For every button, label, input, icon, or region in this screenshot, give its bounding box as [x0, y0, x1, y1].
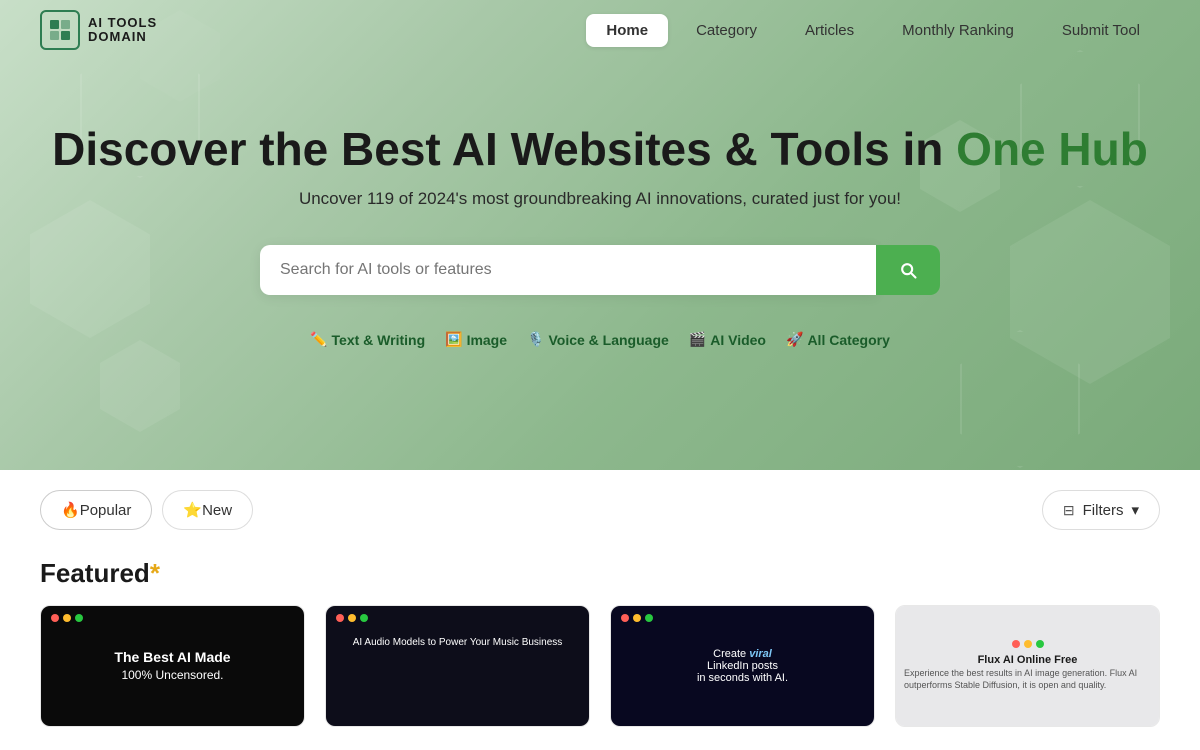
hero-subtitle: Uncover 119 of 2024's most groundbreakin… [299, 189, 901, 209]
hero-title: Discover the Best AI Websites & Tools in… [52, 122, 1148, 177]
hex-deco-4 [100, 340, 180, 432]
hero-subtitle-part2: curated just for you! [752, 189, 901, 208]
filters-label: Filters [1083, 502, 1124, 519]
category-pills: ✏️Text & Writing 🖼️Image 🎙️Voice & Langu… [310, 331, 890, 348]
card-4-brand: Flux AI Online Free [978, 654, 1078, 666]
dot-yellow [348, 614, 356, 622]
logo-text: AI TOOLS DOMAIN [88, 16, 157, 45]
tab-group: 🔥Popular ⭐New [40, 490, 253, 530]
search-icon [898, 260, 918, 280]
dot-red [621, 614, 629, 622]
cat-image[interactable]: 🖼️Image [445, 331, 507, 348]
dot-green [645, 614, 653, 622]
hex-deco-7 [960, 330, 1080, 468]
card-4-sub: Experience the best results in AI image … [904, 668, 1151, 691]
filters-button[interactable]: ⊟ Filters ▾ [1042, 490, 1160, 530]
logo-svg [48, 18, 72, 42]
filter-icon: ⊟ [1063, 502, 1075, 519]
dot-red [51, 614, 59, 622]
hex-deco-3 [30, 200, 150, 338]
nav-links: Home Category Articles Monthly Ranking S… [586, 14, 1160, 47]
search-button[interactable] [876, 245, 940, 295]
hero-title-part1: Discover the Best AI Websites & Tools in [52, 123, 956, 175]
cards-grid: The Best AI Made 100% Uncensored. AI Aud… [40, 605, 1160, 727]
card-2-thumb-text: AI Audio Models to Power Your Music Busi… [353, 636, 563, 650]
search-input[interactable] [260, 245, 876, 295]
card-3-thumb-text: Create viral LinkedIn posts in seconds w… [697, 648, 788, 684]
nav-submit-tool[interactable]: Submit Tool [1042, 14, 1160, 47]
logo-icon [40, 10, 80, 50]
below-hero: 🔥Popular ⭐New ⊟ Filters ▾ Featured* The … [0, 470, 1200, 727]
card-1-thumbnail: The Best AI Made 100% Uncensored. [41, 606, 304, 726]
dot-yellow [63, 614, 71, 622]
hero-title-highlight: One Hub [956, 123, 1148, 175]
cat-text-writing[interactable]: ✏️Text & Writing [310, 331, 425, 348]
logo-line1: AI TOOLS [88, 16, 157, 30]
dot-green [360, 614, 368, 622]
dot-green [75, 614, 83, 622]
nav-home[interactable]: Home [586, 14, 668, 47]
card-1-traffic-dots [41, 606, 93, 622]
featured-card-3[interactable]: Create viral LinkedIn posts in seconds w… [610, 605, 875, 727]
hero-section: Discover the Best AI Websites & Tools in… [0, 0, 1200, 470]
card-2-thumbnail: AI Audio Models to Power Your Music Busi… [326, 606, 589, 726]
featured-card-4[interactable]: Flux AI Online Free Experience the best … [895, 605, 1160, 727]
featured-card-1[interactable]: The Best AI Made 100% Uncensored. [40, 605, 305, 727]
dot-red [336, 614, 344, 622]
navbar: AI TOOLS DOMAIN Home Category Articles M… [0, 0, 1200, 60]
hero-subtitle-part1: Uncover 119 of 2024's most groundbreakin… [299, 189, 752, 208]
chevron-down-icon: ▾ [1131, 501, 1139, 519]
tab-popular[interactable]: 🔥Popular [40, 490, 152, 530]
nav-articles[interactable]: Articles [785, 14, 874, 47]
dot-yellow [1024, 640, 1032, 648]
cat-all-category[interactable]: 🚀All Category [786, 331, 890, 348]
tab-new[interactable]: ⭐New [162, 490, 253, 530]
filter-bar: 🔥Popular ⭐New ⊟ Filters ▾ [40, 490, 1160, 530]
nav-monthly-ranking[interactable]: Monthly Ranking [882, 14, 1034, 47]
card-1-thumb-text: The Best AI Made 100% Uncensored. [106, 640, 238, 692]
logo-line2: DOMAIN [88, 30, 157, 44]
dot-red [1012, 640, 1020, 648]
card-3-thumbnail: Create viral LinkedIn posts in seconds w… [611, 606, 874, 726]
featured-section-title: Featured* [40, 558, 1160, 589]
card-3-traffic-dots [611, 606, 663, 622]
card-4-thumbnail: Flux AI Online Free Experience the best … [896, 606, 1159, 726]
nav-category[interactable]: Category [676, 14, 777, 47]
card-2-traffic-dots [326, 606, 378, 622]
cat-voice-language[interactable]: 🎙️Voice & Language [527, 331, 669, 348]
dot-yellow [633, 614, 641, 622]
featured-card-2[interactable]: AI Audio Models to Power Your Music Busi… [325, 605, 590, 727]
search-bar [260, 245, 940, 295]
logo[interactable]: AI TOOLS DOMAIN [40, 10, 157, 50]
card-4-traffic-dots [1012, 640, 1044, 648]
cat-ai-video[interactable]: 🎬AI Video [689, 331, 766, 348]
dot-green [1036, 640, 1044, 648]
